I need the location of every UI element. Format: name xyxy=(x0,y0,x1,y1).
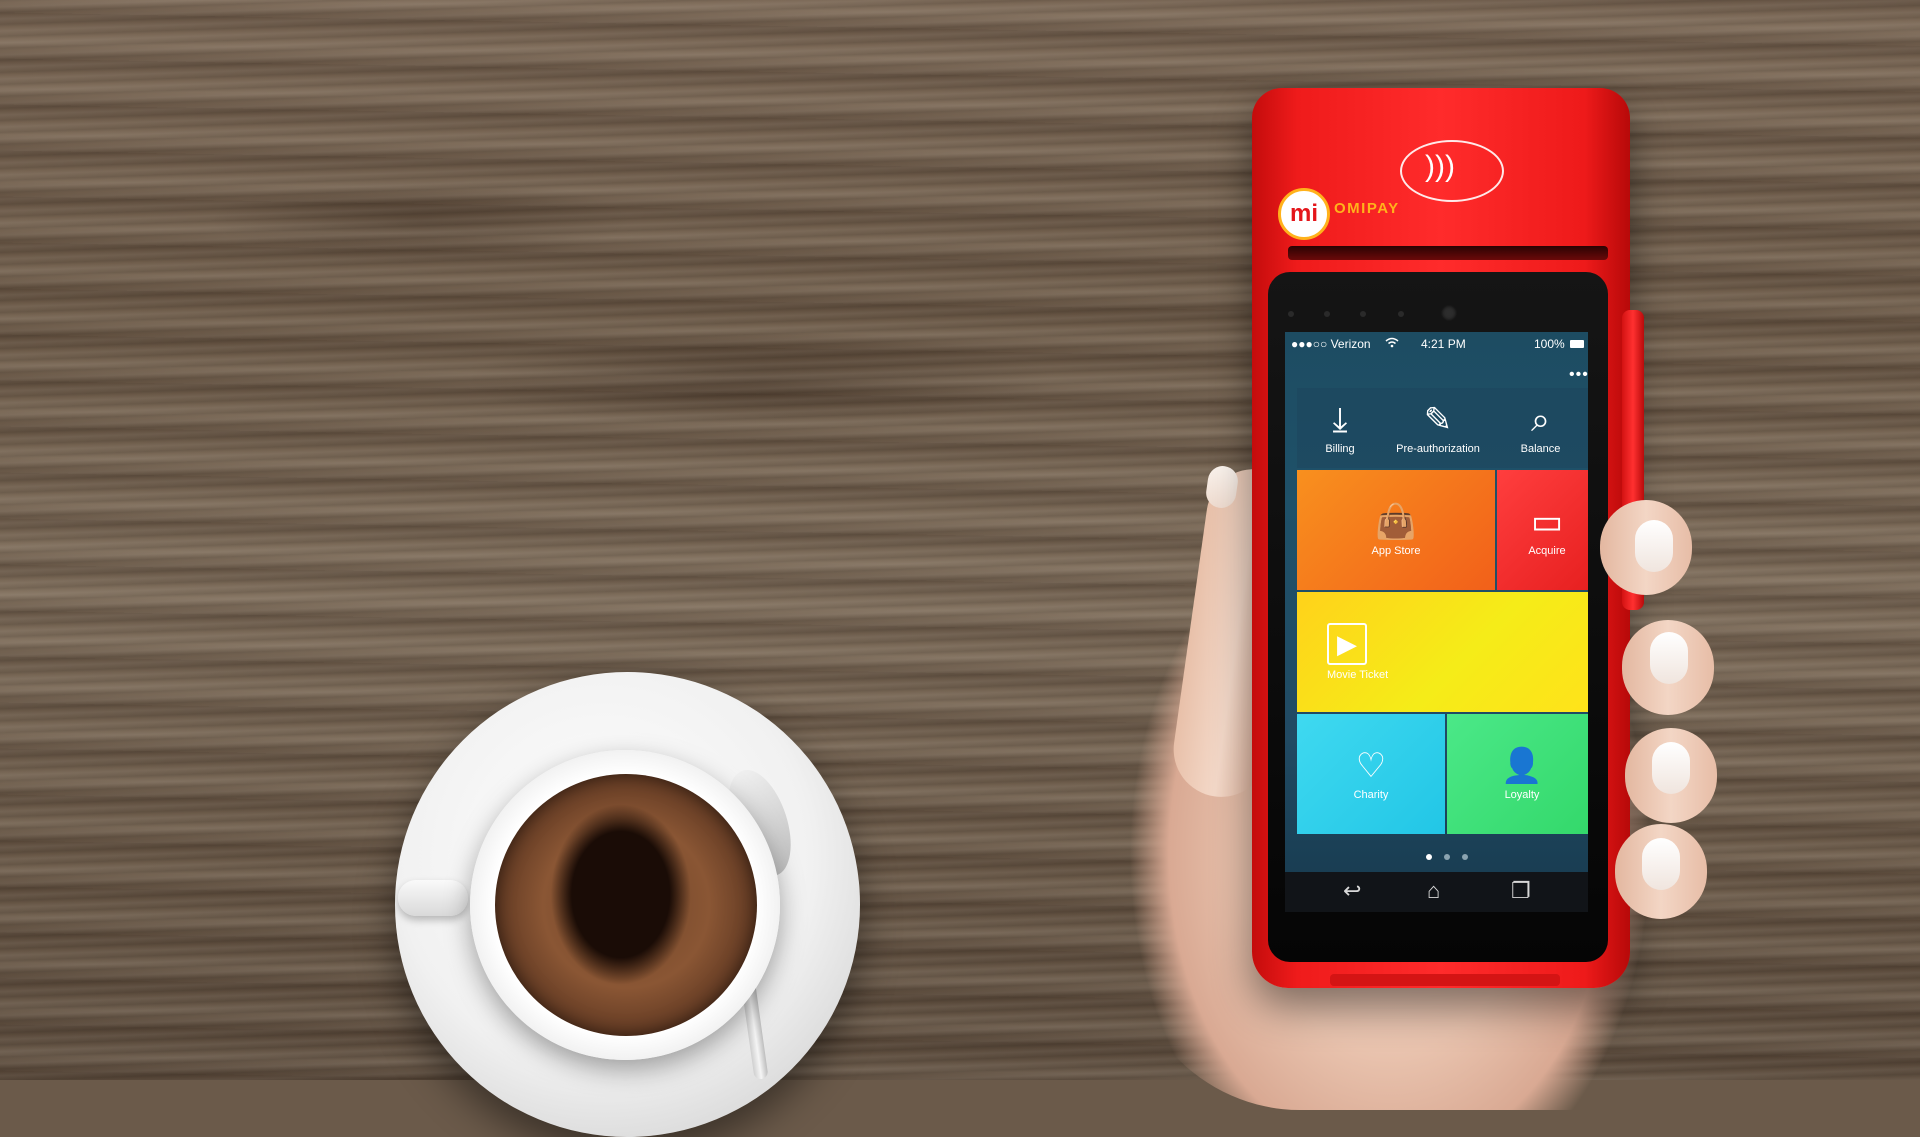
finger-nail xyxy=(1650,632,1688,684)
person-bust-icon: 👤 xyxy=(1500,747,1544,785)
billing-button[interactable]: ⤓ Billing xyxy=(1297,388,1383,468)
preauth-icon: ✎ xyxy=(1423,401,1453,439)
acquire-label: Acquire xyxy=(1528,545,1566,557)
billing-icon: ⤓ xyxy=(1332,401,1348,439)
device-screen: ●●●○○ Verizon 4:21 PM 100% ••• ⤓ Billing… xyxy=(1285,332,1588,912)
cup-handle xyxy=(398,880,468,916)
finger-nail xyxy=(1635,520,1673,572)
balance-button[interactable]: ⌕ Balance xyxy=(1493,388,1588,468)
finger-nail xyxy=(1642,838,1680,890)
sensor-dot xyxy=(1398,311,1404,317)
search-icon: ⌕ xyxy=(1530,401,1551,439)
loyalty-label: Loyalty xyxy=(1504,789,1540,801)
page-dot[interactable] xyxy=(1462,854,1468,860)
battery-percent: 100% xyxy=(1534,337,1565,351)
handshake-heart-icon: ♡ xyxy=(1355,747,1387,785)
brand-name: OMIPAY xyxy=(1334,200,1400,217)
app-store-label: App Store xyxy=(1371,545,1421,557)
recents-button[interactable]: ❐ xyxy=(1511,878,1531,904)
movie-ticket-label: Movie Ticket xyxy=(1327,669,1389,681)
coffee xyxy=(495,774,757,1036)
sensor-dot xyxy=(1324,311,1330,317)
battery-icon xyxy=(1570,340,1584,348)
carrier-label: ●●●○○ Verizon xyxy=(1291,337,1371,351)
nfc-icon: ))) xyxy=(1425,150,1455,183)
card-slot xyxy=(1330,974,1560,986)
back-button[interactable]: ↩ xyxy=(1343,878,1361,904)
page-dot-active[interactable] xyxy=(1426,854,1432,860)
front-camera xyxy=(1441,305,1457,321)
system-nav-bar: ↩ ⌂ ❐ xyxy=(1285,872,1588,912)
app-store-tile[interactable]: 👜 App Store xyxy=(1297,470,1495,590)
page-indicator xyxy=(1417,847,1477,865)
page-dot[interactable] xyxy=(1444,854,1450,860)
overflow-menu-button[interactable]: ••• xyxy=(1569,366,1588,384)
film-icon: ▶ xyxy=(1327,623,1367,665)
brand-logo: mi xyxy=(1278,188,1330,240)
cards-icon: ▭ xyxy=(1530,503,1564,541)
pre-authorization-label: Pre-authorization xyxy=(1396,443,1480,455)
sensor-dot xyxy=(1360,311,1366,317)
loyalty-tile[interactable]: 👤 Loyalty xyxy=(1447,714,1588,834)
balance-label: Balance xyxy=(1520,443,1561,455)
home-button[interactable]: ⌂ xyxy=(1427,878,1440,904)
acquire-tile[interactable]: ▭ Acquire xyxy=(1497,470,1588,590)
shopping-bag-icon: 👜 xyxy=(1374,503,1418,541)
sensor-dot xyxy=(1288,311,1294,317)
wifi-icon xyxy=(1385,337,1399,351)
charity-label: Charity xyxy=(1353,789,1389,801)
status-bar: ●●●○○ Verizon 4:21 PM 100% xyxy=(1285,332,1588,356)
pre-authorization-button[interactable]: ✎ Pre-authorization xyxy=(1383,388,1493,468)
receipt-printer-slot xyxy=(1288,246,1608,260)
clock: 4:21 PM xyxy=(1421,337,1466,351)
charity-tile[interactable]: ♡ Charity xyxy=(1297,714,1445,834)
movie-ticket-tile[interactable]: ▶ Movie Ticket xyxy=(1297,592,1588,712)
billing-label: Billing xyxy=(1325,443,1355,455)
finger-nail xyxy=(1652,742,1690,794)
